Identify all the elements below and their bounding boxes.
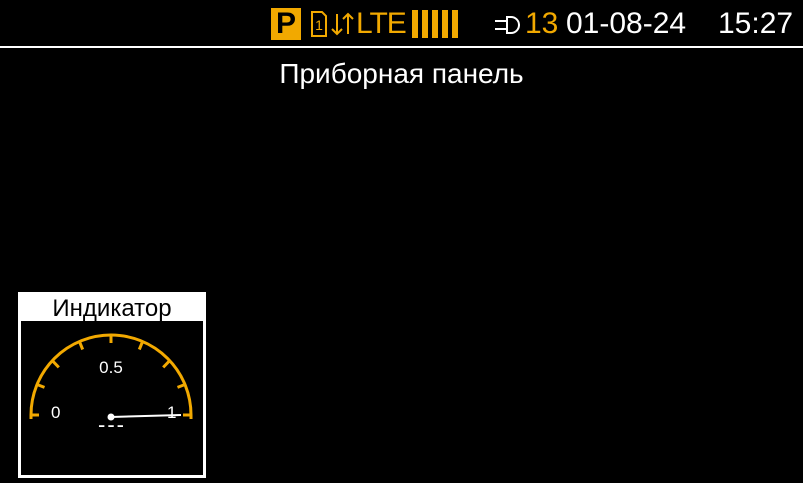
- connections-count: 13: [525, 7, 559, 40]
- gauge-tick: [162, 360, 171, 369]
- signal-bar: [452, 10, 458, 38]
- gauge-tick: [78, 341, 85, 351]
- time-display: 15:27: [718, 7, 794, 40]
- gauge-dial: 0 0.5 1: [29, 333, 193, 422]
- gauge-tick: [137, 341, 144, 351]
- gauge-tick: [36, 382, 46, 389]
- page-title: Приборная панель: [279, 58, 524, 89]
- signal-strength-icon: [412, 10, 460, 38]
- date-display: 01-08-24: [566, 7, 687, 40]
- signal-bar: [442, 10, 448, 38]
- sim-slot-number: 1: [315, 17, 323, 33]
- mode-badge: P: [271, 8, 301, 40]
- signal-bar: [432, 10, 438, 38]
- signal-bar: [412, 10, 418, 38]
- widget-title: Индикатор: [21, 295, 203, 322]
- gauge-value: ---: [98, 412, 126, 437]
- gauge-tick: [176, 382, 186, 389]
- gauge-widget[interactable]: Индикатор 0 0.5 1 ---: [18, 292, 206, 478]
- plug-icon: [495, 16, 520, 34]
- gauge-mid-label: 0.5: [99, 358, 123, 377]
- sim-card-icon: 1: [311, 11, 327, 37]
- status-bar: P 1 LTE 13 01-08-24 15:27: [0, 0, 803, 48]
- signal-bar: [422, 10, 428, 38]
- network-type-label: LTE: [356, 7, 407, 40]
- gauge-tick: [51, 360, 60, 369]
